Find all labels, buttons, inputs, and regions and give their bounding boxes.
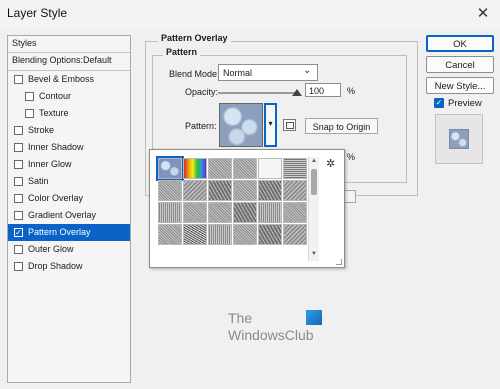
- pattern-tile[interactable]: [233, 158, 257, 179]
- pattern-tile[interactable]: [183, 202, 207, 223]
- chevron-down-icon[interactable]: ⌄: [303, 65, 311, 76]
- style-checkbox[interactable]: [14, 245, 23, 254]
- style-item-label: Texture: [39, 108, 69, 118]
- pattern-tile[interactable]: [158, 224, 182, 245]
- style-item-satin[interactable]: Satin: [8, 173, 130, 190]
- style-item-stroke[interactable]: Stroke: [8, 122, 130, 139]
- pattern-tile[interactable]: [258, 158, 282, 179]
- style-checkbox[interactable]: [14, 211, 23, 220]
- style-checkbox[interactable]: [14, 75, 23, 84]
- new-preset-icon[interactable]: [283, 119, 296, 131]
- pattern-tile[interactable]: [183, 180, 207, 201]
- picker-scrollbar[interactable]: ▲ ▼: [308, 157, 319, 261]
- style-item-bevel-emboss[interactable]: Bevel & Emboss: [8, 71, 130, 88]
- style-item-drop-shadow[interactable]: Drop Shadow: [8, 258, 130, 275]
- blending-options-item[interactable]: Blending Options:Default: [8, 53, 130, 69]
- scale-unit: %: [347, 152, 356, 162]
- pattern-dropdown-arrow-icon[interactable]: ▾: [264, 103, 277, 147]
- style-checkbox[interactable]: [14, 262, 23, 271]
- style-item-label: Satin: [28, 176, 49, 186]
- style-item-label: Contour: [39, 91, 72, 101]
- cancel-button[interactable]: Cancel: [426, 56, 494, 73]
- scroll-down-icon[interactable]: ▼: [311, 251, 317, 257]
- pattern-overlay-title: Pattern Overlay: [158, 33, 231, 43]
- style-checkbox[interactable]: [14, 143, 23, 152]
- pattern-tile[interactable]: [158, 180, 182, 201]
- pattern-tile[interactable]: [158, 202, 182, 223]
- opacity-unit: %: [347, 86, 356, 96]
- pattern-group-title: Pattern: [163, 47, 201, 57]
- window-title: Layer Style: [7, 6, 68, 20]
- opacity-input[interactable]: 100: [305, 83, 341, 97]
- pattern-tile[interactable]: [233, 202, 257, 223]
- pattern-tile[interactable]: [208, 202, 232, 223]
- pattern-label: Pattern:: [185, 121, 217, 131]
- pattern-tile[interactable]: [233, 180, 257, 201]
- style-item-label: Outer Glow: [28, 244, 74, 254]
- style-checkbox[interactable]: [25, 109, 34, 118]
- style-item-label: Drop Shadow: [28, 261, 83, 271]
- title-bar: [0, 0, 500, 28]
- snap-to-origin-button[interactable]: Snap to Origin: [305, 118, 378, 134]
- style-item-contour[interactable]: Contour: [8, 88, 130, 105]
- watermark-text: The: [228, 310, 253, 326]
- style-item-label: Inner Glow: [28, 159, 72, 169]
- pattern-swatch[interactable]: [219, 103, 263, 147]
- style-item-label: Inner Shadow: [28, 142, 84, 152]
- preview-checkbox[interactable]: ✓: [434, 98, 444, 108]
- styles-header[interactable]: Styles: [8, 36, 130, 52]
- pattern-tile[interactable]: [208, 180, 232, 201]
- pattern-tile[interactable]: [233, 224, 257, 245]
- style-checkbox[interactable]: ✓: [14, 228, 23, 237]
- watermark-logo: [306, 310, 322, 325]
- pattern-tile[interactable]: [183, 224, 207, 245]
- watermark-text: WindowsClub: [228, 327, 314, 343]
- style-item-label: Gradient Overlay: [28, 210, 97, 220]
- opacity-slider[interactable]: [218, 92, 298, 94]
- opacity-label: Opacity:: [185, 87, 219, 97]
- style-item-inner-shadow[interactable]: Inner Shadow: [8, 139, 130, 156]
- style-item-pattern-overlay[interactable]: ✓ Pattern Overlay: [8, 224, 130, 241]
- scroll-up-icon[interactable]: ▲: [311, 158, 317, 164]
- style-checkbox[interactable]: [14, 194, 23, 203]
- style-item-inner-glow[interactable]: Inner Glow: [8, 156, 130, 173]
- ok-button[interactable]: OK: [426, 35, 494, 52]
- styles-panel: Styles Blending Options:Default Bevel & …: [7, 35, 131, 383]
- new-style-button[interactable]: New Style...: [426, 77, 494, 94]
- pattern-tile[interactable]: [258, 202, 282, 223]
- style-item-texture[interactable]: Texture: [8, 105, 130, 122]
- gear-icon[interactable]: ✲: [326, 157, 335, 170]
- pattern-tile[interactable]: [156, 156, 184, 181]
- pattern-tile[interactable]: [283, 202, 307, 223]
- style-checkbox[interactable]: [25, 92, 34, 101]
- opacity-slider-thumb[interactable]: [292, 89, 302, 96]
- pattern-tile[interactable]: [208, 158, 232, 179]
- resize-grip-icon[interactable]: [336, 259, 342, 265]
- pattern-tile[interactable]: [283, 180, 307, 201]
- preview-pattern-swatch: [449, 129, 469, 149]
- pattern-tile[interactable]: [283, 224, 307, 245]
- pattern-picker-popup: ▲ ▼ ✲: [149, 149, 345, 268]
- style-item-color-overlay[interactable]: Color Overlay: [8, 190, 130, 207]
- style-item-label: Bevel & Emboss: [28, 74, 95, 84]
- pattern-grid: [156, 156, 308, 245]
- style-item-label: Stroke: [28, 125, 55, 135]
- style-checkbox[interactable]: [14, 177, 23, 186]
- pattern-tile[interactable]: [283, 158, 307, 179]
- style-checkbox[interactable]: [14, 126, 23, 135]
- style-item-label: Color Overlay: [28, 193, 84, 203]
- scrollbar-thumb[interactable]: [311, 169, 317, 195]
- pattern-tile[interactable]: [258, 180, 282, 201]
- pattern-tile[interactable]: [258, 224, 282, 245]
- pattern-tile[interactable]: [183, 158, 207, 179]
- style-item-gradient-overlay[interactable]: Gradient Overlay: [8, 207, 130, 224]
- blend-mode-label: Blend Mode:: [169, 69, 220, 79]
- style-item-label: Pattern Overlay: [28, 227, 91, 237]
- preview-label: Preview: [448, 98, 482, 109]
- style-checkbox[interactable]: [14, 160, 23, 169]
- close-icon[interactable]: ✕: [474, 4, 492, 22]
- pattern-tile[interactable]: [208, 224, 232, 245]
- style-item-outer-glow[interactable]: Outer Glow: [8, 241, 130, 258]
